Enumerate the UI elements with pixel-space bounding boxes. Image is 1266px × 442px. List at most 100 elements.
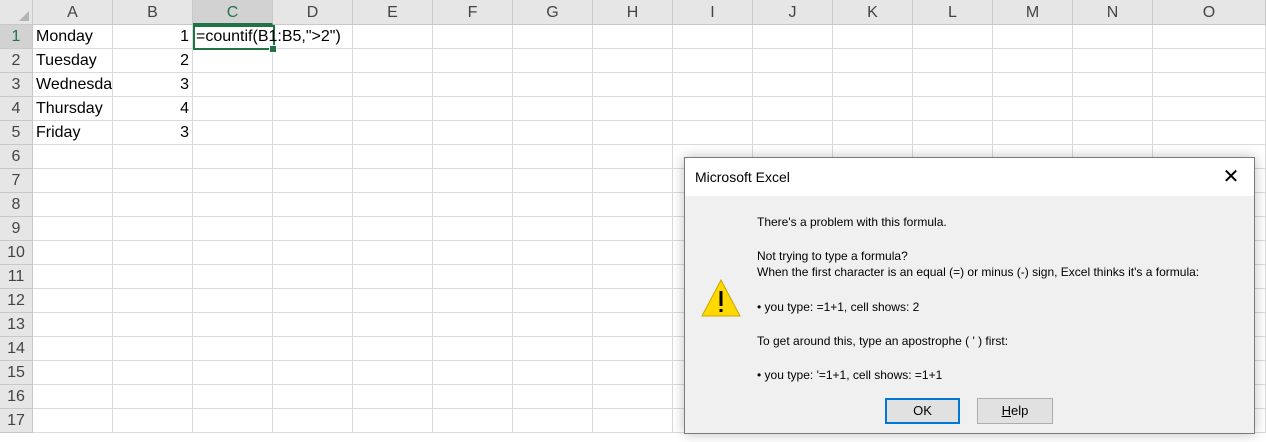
cell-e5[interactable] [353,121,433,145]
cell-f8[interactable] [433,193,513,217]
column-header-f[interactable]: F [433,0,513,25]
cell-d7[interactable] [273,169,353,193]
cell-e6[interactable] [353,145,433,169]
cell-d6[interactable] [273,145,353,169]
row-header-12[interactable]: 12 [0,289,33,313]
cell-a13[interactable] [33,313,113,337]
cell-g4[interactable] [513,97,593,121]
row-header-6[interactable]: 6 [0,145,33,169]
cell-c16[interactable] [193,385,273,409]
cell-m2[interactable] [993,49,1073,73]
cell-d9[interactable] [273,217,353,241]
cell-h8[interactable] [593,193,673,217]
cell-a12[interactable] [33,289,113,313]
cell-j2[interactable] [753,49,833,73]
cell-f4[interactable] [433,97,513,121]
cell-d15[interactable] [273,361,353,385]
cell-i2[interactable] [673,49,753,73]
cell-h9[interactable] [593,217,673,241]
cell-g14[interactable] [513,337,593,361]
cell-g16[interactable] [513,385,593,409]
cell-c4[interactable] [193,97,273,121]
row-header-1[interactable]: 1 [0,25,33,49]
cell-d13[interactable] [273,313,353,337]
cell-c14[interactable] [193,337,273,361]
cell-a1[interactable]: Monday [33,25,113,49]
cell-g8[interactable] [513,193,593,217]
cell-e9[interactable] [353,217,433,241]
cell-g2[interactable] [513,49,593,73]
cell-b12[interactable] [113,289,193,313]
cell-d16[interactable] [273,385,353,409]
cell-b13[interactable] [113,313,193,337]
cell-e15[interactable] [353,361,433,385]
cell-a11[interactable] [33,265,113,289]
cell-i4[interactable] [673,97,753,121]
column-header-h[interactable]: H [593,0,673,25]
row-header-11[interactable]: 11 [0,265,33,289]
cell-c6[interactable] [193,145,273,169]
cell-l3[interactable] [913,73,993,97]
cell-e3[interactable] [353,73,433,97]
cell-b15[interactable] [113,361,193,385]
cell-h11[interactable] [593,265,673,289]
row-header-13[interactable]: 13 [0,313,33,337]
cell-f14[interactable] [433,337,513,361]
ok-button[interactable]: OK [885,398,960,424]
cell-f1[interactable] [433,25,513,49]
cell-e2[interactable] [353,49,433,73]
column-header-l[interactable]: L [913,0,993,25]
cell-b3[interactable]: 3 [113,73,193,97]
cell-b9[interactable] [113,217,193,241]
cell-h3[interactable] [593,73,673,97]
cell-k5[interactable] [833,121,913,145]
cell-d8[interactable] [273,193,353,217]
cell-b17[interactable] [113,409,193,433]
cell-e8[interactable] [353,193,433,217]
cell-i1[interactable] [673,25,753,49]
column-header-a[interactable]: A [33,0,113,25]
cell-e10[interactable] [353,241,433,265]
cell-d11[interactable] [273,265,353,289]
cell-b5[interactable]: 3 [113,121,193,145]
cell-a10[interactable] [33,241,113,265]
cell-a7[interactable] [33,169,113,193]
cell-d17[interactable] [273,409,353,433]
row-header-4[interactable]: 4 [0,97,33,121]
cell-g3[interactable] [513,73,593,97]
cell-h4[interactable] [593,97,673,121]
cell-b16[interactable] [113,385,193,409]
cell-c10[interactable] [193,241,273,265]
cell-e12[interactable] [353,289,433,313]
cell-e4[interactable] [353,97,433,121]
cell-h10[interactable] [593,241,673,265]
column-header-d[interactable]: D [273,0,353,25]
row-header-9[interactable]: 9 [0,217,33,241]
cell-c2[interactable] [193,49,273,73]
cell-c15[interactable] [193,361,273,385]
cell-g13[interactable] [513,313,593,337]
cell-f6[interactable] [433,145,513,169]
cell-g7[interactable] [513,169,593,193]
row-header-10[interactable]: 10 [0,241,33,265]
cell-f15[interactable] [433,361,513,385]
cell-n5[interactable] [1073,121,1153,145]
cell-c17[interactable] [193,409,273,433]
cell-f2[interactable] [433,49,513,73]
row-header-17[interactable]: 17 [0,409,33,433]
cell-a3[interactable]: Wednesda [33,73,113,97]
cell-g17[interactable] [513,409,593,433]
row-header-15[interactable]: 15 [0,361,33,385]
cell-f10[interactable] [433,241,513,265]
cell-b11[interactable] [113,265,193,289]
cell-n1[interactable] [1073,25,1153,49]
row-header-2[interactable]: 2 [0,49,33,73]
row-header-7[interactable]: 7 [0,169,33,193]
column-header-m[interactable]: M [993,0,1073,25]
cell-e11[interactable] [353,265,433,289]
cell-h14[interactable] [593,337,673,361]
cell-m3[interactable] [993,73,1073,97]
select-all-button[interactable] [0,0,33,25]
cell-b4[interactable]: 4 [113,97,193,121]
help-button[interactable]: Help [977,398,1053,424]
